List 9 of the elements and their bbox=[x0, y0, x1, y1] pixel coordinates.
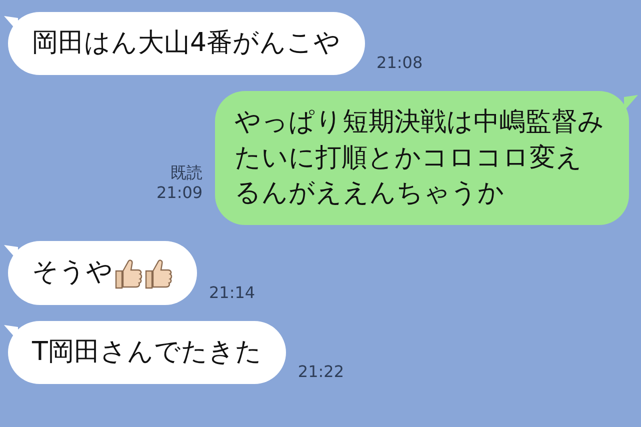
message-time: 21:22 bbox=[298, 362, 344, 382]
message-text: やっぱり短期決戦は中嶋監督みたいに打順とかコロコロ変えるんがええんちゃうか bbox=[234, 106, 606, 210]
message-time: 21:08 bbox=[376, 53, 423, 74]
message-text: そうや bbox=[32, 256, 113, 290]
message-time: 21:09 bbox=[156, 183, 203, 204]
message-time: 21:14 bbox=[209, 282, 256, 303]
message-text: T岡田さんでたきた bbox=[32, 336, 262, 369]
message-text: 岡田はん大山4番がんこや bbox=[32, 27, 341, 60]
read-receipt: 既読 bbox=[170, 163, 203, 184]
